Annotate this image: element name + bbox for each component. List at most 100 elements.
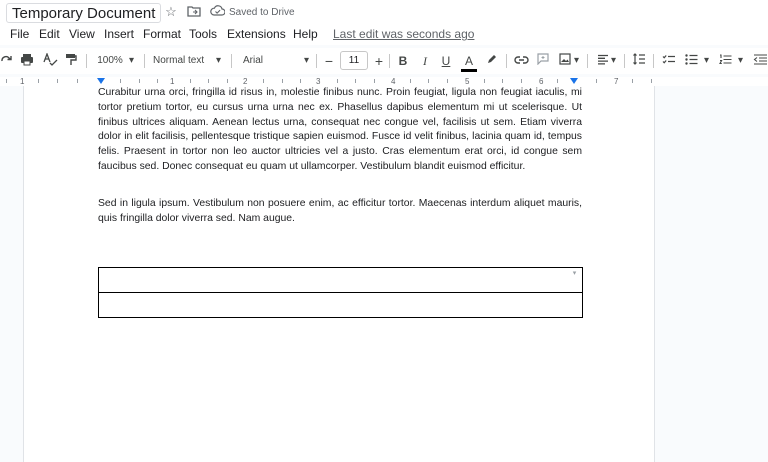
toolbar-divider (624, 54, 625, 68)
ruler-tick (337, 79, 338, 83)
toolbar-divider (86, 54, 87, 68)
toolbar-divider (144, 54, 145, 68)
menu-format[interactable]: Format (143, 26, 181, 42)
highlight-pen-icon[interactable] (485, 53, 499, 69)
text-color-button[interactable]: A (461, 53, 477, 72)
last-edit-link[interactable]: Last edit was seconds ago (333, 26, 474, 42)
ruler-tick (410, 79, 411, 83)
line-spacing-icon[interactable] (632, 53, 646, 69)
ruler-label: 5 (465, 77, 470, 86)
toolbar-divider (389, 54, 390, 68)
chevron-down-icon: ▾ (216, 55, 222, 66)
spellcheck-icon[interactable] (42, 52, 58, 69)
paragraph-style-select[interactable]: Normal text (153, 53, 209, 69)
ruler-tick (484, 79, 485, 83)
ruler-tick (208, 79, 209, 83)
ruler-tick (6, 79, 7, 83)
italic-button[interactable]: I (418, 53, 432, 69)
ruler-label: 2 (243, 77, 248, 86)
toolbar: 100% ▾ Normal text ▾ Arial ▾ − 11 + B I … (0, 48, 768, 74)
horizontal-ruler[interactable]: 1 1 2 3 4 5 6 7 (0, 77, 768, 86)
menu-file[interactable]: File (10, 26, 29, 42)
insert-image-icon[interactable] (558, 53, 572, 69)
menu-tools[interactable]: Tools (189, 26, 217, 42)
menu-bar: File Edit View Insert Format Tools Exten… (0, 24, 768, 45)
ruler-tick (355, 79, 356, 83)
cloud-saved-icon[interactable] (209, 5, 226, 19)
chevron-down-icon: ▾ (611, 55, 617, 66)
toolbar-divider (506, 54, 507, 68)
chevron-down-icon: ▾ (738, 55, 744, 66)
table-cell[interactable] (98, 292, 583, 318)
ruler-tick (374, 79, 375, 83)
document-title-input[interactable]: Temporary Document (6, 3, 162, 23)
ruler-label: 1 (170, 77, 175, 86)
numbered-list-icon[interactable] (718, 53, 732, 69)
font-select[interactable]: Arial (243, 53, 283, 69)
ruler-label: 3 (316, 77, 321, 86)
ruler-tick (502, 79, 503, 83)
ruler-tick (77, 79, 78, 83)
ruler-tick (300, 79, 301, 83)
chevron-down-icon: ▾ (304, 55, 310, 66)
ruler-tick (57, 79, 58, 83)
font-size-input[interactable]: 11 (340, 51, 368, 70)
title-bar: Temporary Document ☆ Saved to Drive (0, 0, 768, 24)
underline-button[interactable]: U (439, 53, 453, 69)
body-paragraph[interactable]: Curabitur urna orci, fringilla id risus … (98, 86, 582, 175)
add-comment-icon[interactable] (536, 53, 550, 69)
move-folder-icon[interactable] (186, 5, 202, 19)
ruler-tick (632, 79, 633, 83)
ruler-tick (120, 79, 121, 83)
ruler-tick (38, 79, 39, 83)
print-icon[interactable] (19, 53, 35, 69)
paint-format-icon[interactable] (64, 53, 78, 69)
ruler-tick (521, 79, 522, 83)
right-indent-marker[interactable] (570, 78, 578, 84)
saved-status: Saved to Drive (229, 7, 295, 18)
ruler-tick (282, 79, 283, 83)
toolbar-divider (231, 54, 232, 68)
left-indent-marker[interactable] (97, 78, 105, 84)
menu-help[interactable]: Help (293, 26, 318, 42)
body-paragraph[interactable]: Sed in ligula ipsum. Vestibulum non posu… (98, 197, 582, 227)
toolbar-divider (316, 54, 317, 68)
table-row: ▾ (98, 267, 583, 293)
decrease-indent-icon[interactable] (752, 53, 768, 69)
chevron-down-icon: ▾ (129, 55, 135, 66)
insert-link-icon[interactable] (513, 53, 529, 69)
ruler-tick (428, 79, 429, 83)
ruler-label: 6 (539, 77, 544, 86)
chevron-down-icon: ▾ (704, 55, 710, 66)
ruler-tick (263, 79, 264, 83)
document-table[interactable]: ▾ (98, 267, 583, 318)
toolbar-divider (587, 54, 588, 68)
ruler-label: 1 (20, 77, 25, 86)
cell-options-chevron-icon[interactable]: ▾ (570, 270, 579, 278)
table-cell[interactable]: ▾ (98, 267, 583, 293)
zoom-select[interactable]: 100% (95, 53, 125, 69)
ruler-tick (596, 79, 597, 83)
decrease-font-size-button[interactable]: − (322, 53, 336, 69)
document-page[interactable]: Curabitur urna orci, fringilla id risus … (23, 86, 655, 462)
bulleted-list-icon[interactable] (684, 53, 698, 69)
menu-extensions[interactable]: Extensions (227, 26, 286, 42)
checklist-icon[interactable] (661, 53, 675, 69)
ruler-tick (227, 79, 228, 83)
ruler-tick (447, 79, 448, 83)
ruler-tick (157, 79, 158, 83)
align-left-icon[interactable] (596, 53, 610, 69)
table-row (98, 292, 583, 318)
bold-button[interactable]: B (396, 53, 410, 69)
ruler-tick (651, 79, 652, 83)
chevron-down-icon: ▾ (574, 55, 580, 66)
increase-font-size-button[interactable]: + (372, 53, 386, 69)
menu-insert[interactable]: Insert (104, 26, 134, 42)
ruler-label: 4 (391, 77, 396, 86)
document-canvas: Curabitur urna orci, fringilla id risus … (0, 86, 768, 462)
redo-icon[interactable] (0, 53, 14, 69)
menu-view[interactable]: View (69, 26, 95, 42)
toolbar-divider (653, 54, 654, 68)
star-icon[interactable]: ☆ (163, 5, 179, 19)
menu-edit[interactable]: Edit (39, 26, 60, 42)
